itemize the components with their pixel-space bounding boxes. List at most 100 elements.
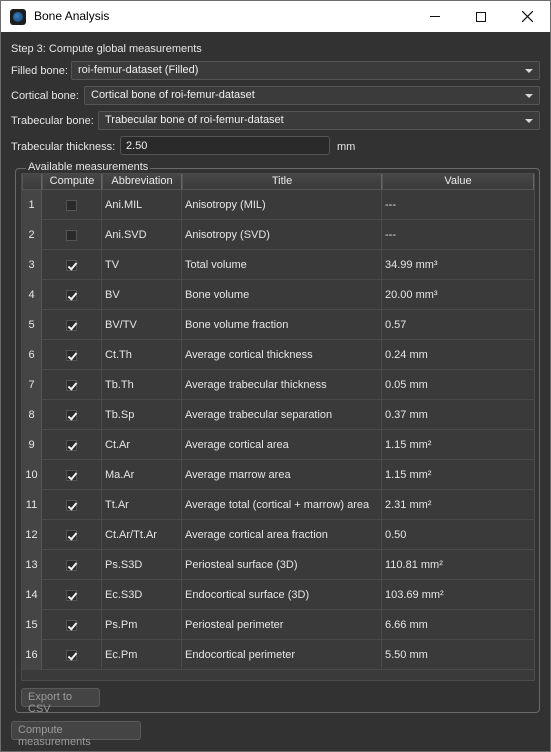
compute-checkbox[interactable] bbox=[66, 529, 77, 541]
title-bar: Bone Analysis bbox=[1, 1, 550, 32]
table-row[interactable]: 13 Ps.S3D Periosteal surface (3D) 110.81 mm… bbox=[22, 550, 534, 580]
trabecular-thickness-input[interactable] bbox=[120, 136, 330, 155]
compute-measurements-button[interactable]: Compute measurements bbox=[11, 721, 141, 748]
row-number: 4 bbox=[22, 280, 42, 310]
row-number: 2 bbox=[22, 220, 42, 250]
measurements-group-title: Available measurements bbox=[26, 161, 151, 173]
title-cell: Average trabecular thickness bbox=[182, 370, 382, 400]
table-row[interactable]: 14 Ec.S3D Endocortical surface (3D) 103.69 … bbox=[22, 580, 534, 610]
compute-cell bbox=[42, 490, 102, 520]
compute-checkbox[interactable] bbox=[66, 229, 77, 241]
table-row[interactable]: 15 Ps.Pm Periosteal perimeter 6.66 mm bbox=[22, 610, 534, 640]
abbreviation-cell: Tb.Sp bbox=[102, 400, 182, 430]
compute-checkbox[interactable] bbox=[66, 319, 77, 331]
value-cell: 103.69 mm² bbox=[385, 589, 444, 601]
compute-cell bbox=[42, 310, 102, 340]
cortical-bone-select[interactable]: Cortical bone of roi-femur-dataset bbox=[84, 86, 540, 105]
header-title[interactable]: Title bbox=[182, 174, 382, 189]
table-row[interactable]: 10 Ma.Ar Average marrow area 1.15 mm² bbox=[22, 460, 534, 490]
row-number: 5 bbox=[22, 310, 42, 340]
compute-checkbox[interactable] bbox=[66, 289, 77, 301]
compute-checkbox[interactable] bbox=[66, 619, 77, 631]
abbreviation-cell: Ps.Pm bbox=[102, 610, 182, 640]
minimize-icon bbox=[430, 16, 440, 17]
measurements-table: Compute Abbreviation Title Value 1 Ani.MI… bbox=[21, 173, 535, 681]
row-number: 9 bbox=[22, 430, 42, 460]
table-row[interactable]: 5 BV/TV Bone volume fraction 0.57 bbox=[22, 310, 534, 340]
compute-checkbox[interactable] bbox=[66, 469, 77, 481]
value-cell: 34.99 mm³ bbox=[385, 259, 438, 271]
title-cell: Total volume bbox=[182, 250, 382, 280]
chevron-down-icon bbox=[525, 119, 533, 123]
value-cell: 1.15 mm² bbox=[385, 469, 432, 481]
header-abbreviation[interactable]: Abbreviation bbox=[102, 174, 182, 189]
header-compute[interactable]: Compute bbox=[42, 174, 102, 189]
compute-checkbox[interactable] bbox=[66, 439, 77, 451]
row-number: 14 bbox=[22, 580, 42, 610]
compute-cell bbox=[42, 430, 102, 460]
table-row[interactable]: 7 Tb.Th Average trabecular thickness 0.05 m… bbox=[22, 370, 534, 400]
maximize-button[interactable] bbox=[458, 1, 504, 32]
trabecular-bone-select[interactable]: Trabecular bone of roi-femur-dataset bbox=[98, 111, 540, 130]
compute-cell bbox=[42, 370, 102, 400]
table-row[interactable]: 8 Tb.Sp Average trabecular separation 0.37 … bbox=[22, 400, 534, 430]
bone-analysis-window: Bone Analysis Step 3: Compute global mea… bbox=[0, 0, 551, 752]
compute-cell bbox=[42, 340, 102, 370]
table-row[interactable]: 12 Ct.Ar/Tt.Ar Average cortical area fract… bbox=[22, 520, 534, 550]
title-cell: Endocortical surface (3D) bbox=[182, 580, 382, 610]
row-number: 10 bbox=[22, 460, 42, 490]
value-cell: 0.05 mm bbox=[385, 379, 428, 391]
table-row[interactable]: 6 Ct.Th Average cortical thickness 0.24 mm bbox=[22, 340, 534, 370]
value-cell: 0.37 mm bbox=[385, 409, 428, 421]
filled-bone-select[interactable]: roi-femur-dataset (Filled) bbox=[71, 61, 540, 80]
abbreviation-cell: Ec.S3D bbox=[102, 580, 182, 610]
step-label: Step 3: Compute global measurements bbox=[11, 43, 202, 55]
abbreviation-cell: Tb.Th bbox=[102, 370, 182, 400]
compute-checkbox[interactable] bbox=[66, 499, 77, 511]
abbreviation-cell: TV bbox=[102, 250, 182, 280]
window-title: Bone Analysis bbox=[34, 9, 110, 23]
abbreviation-cell: Ec.Pm bbox=[102, 640, 182, 670]
title-cell: Anisotropy (MIL) bbox=[182, 190, 382, 220]
title-cell: Anisotropy (SVD) bbox=[182, 220, 382, 250]
compute-cell bbox=[42, 250, 102, 280]
header-value[interactable]: Value bbox=[382, 174, 534, 189]
title-cell: Average cortical area bbox=[182, 430, 382, 460]
abbreviation-cell: Ps.S3D bbox=[102, 550, 182, 580]
compute-cell bbox=[42, 610, 102, 640]
table-row[interactable]: 1 Ani.MIL Anisotropy (MIL) --- bbox=[22, 190, 534, 220]
chevron-down-icon bbox=[525, 94, 533, 98]
row-number: 3 bbox=[22, 250, 42, 280]
table-row[interactable]: 4 BV Bone volume 20.00 mm³ bbox=[22, 280, 534, 310]
trabecular-bone-label: Trabecular bone: bbox=[11, 115, 94, 127]
compute-checkbox[interactable] bbox=[66, 259, 77, 271]
table-row[interactable]: 16 Ec.Pm Endocortical perimeter 5.50 mm bbox=[22, 640, 534, 670]
table-row[interactable]: 2 Ani.SVD Anisotropy (SVD) --- bbox=[22, 220, 534, 250]
compute-cell bbox=[42, 190, 102, 220]
compute-checkbox[interactable] bbox=[66, 379, 77, 391]
minimize-button[interactable] bbox=[412, 1, 458, 32]
title-cell: Average total (cortical + marrow) area bbox=[182, 490, 382, 520]
compute-checkbox[interactable] bbox=[66, 589, 77, 601]
close-icon bbox=[521, 11, 533, 22]
table-row[interactable]: 9 Ct.Ar Average cortical area 1.15 mm² bbox=[22, 430, 534, 460]
compute-checkbox[interactable] bbox=[66, 559, 77, 571]
compute-cell bbox=[42, 280, 102, 310]
table-body: 1 Ani.MIL Anisotropy (MIL) --- 2 Ani.SVD Aniso… bbox=[22, 190, 534, 670]
table-row[interactable]: 3 TV Total volume 34.99 mm³ bbox=[22, 250, 534, 280]
compute-checkbox[interactable] bbox=[66, 409, 77, 421]
value-cell: 0.57 bbox=[385, 319, 407, 331]
table-row[interactable]: 11 Tt.Ar Average total (cortical + marrow)… bbox=[22, 490, 534, 520]
title-cell: Average cortical thickness bbox=[182, 340, 382, 370]
abbreviation-cell: Ct.Ar bbox=[102, 430, 182, 460]
abbreviation-cell: Ct.Ar/Tt.Ar bbox=[102, 520, 182, 550]
row-number: 16 bbox=[22, 640, 42, 670]
compute-checkbox[interactable] bbox=[66, 199, 77, 211]
row-number: 7 bbox=[22, 370, 42, 400]
export-csv-button[interactable]: Export to CSV bbox=[21, 688, 100, 715]
close-button[interactable] bbox=[504, 1, 550, 32]
compute-checkbox[interactable] bbox=[66, 349, 77, 361]
row-number: 11 bbox=[22, 490, 42, 520]
abbreviation-cell: BV/TV bbox=[102, 310, 182, 340]
compute-checkbox[interactable] bbox=[66, 649, 77, 661]
